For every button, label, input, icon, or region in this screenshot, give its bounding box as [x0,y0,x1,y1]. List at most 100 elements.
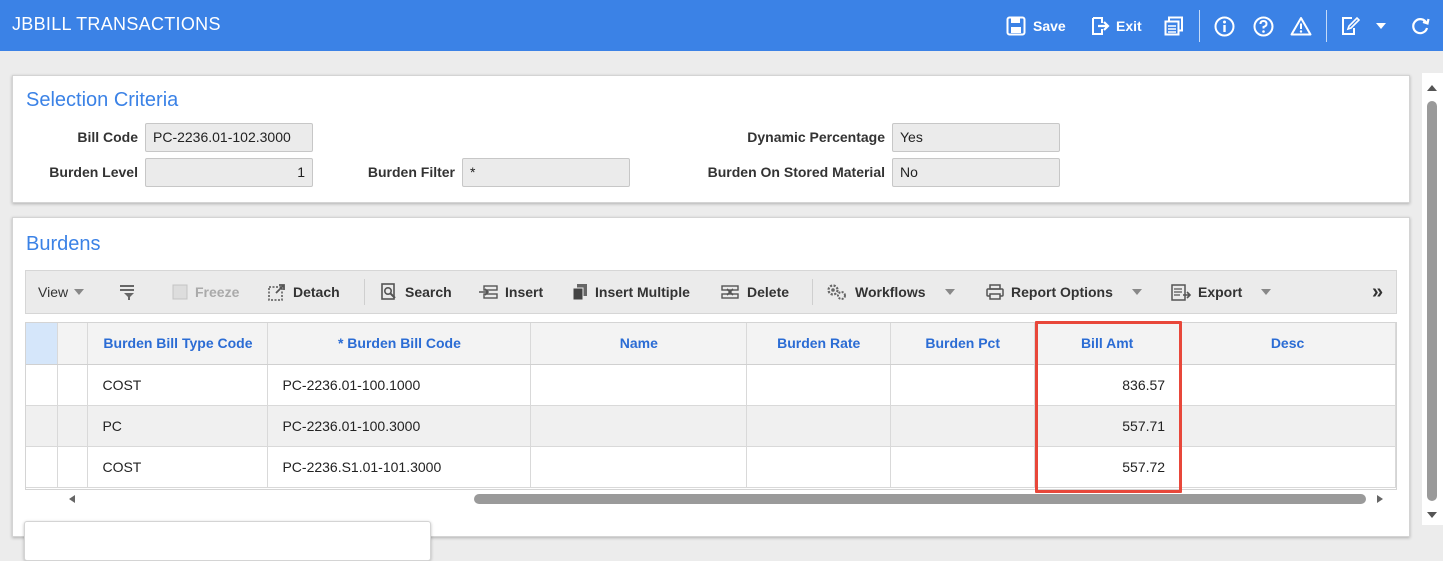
cell-bill-code[interactable]: PC-2236.S1.01-101.3000 [267,446,532,488]
table-row[interactable]: COST PC-2236.01-100.1000 836.57 [26,364,1396,406]
burden-level-label: Burden Level [49,164,138,180]
cell-pct[interactable] [890,364,1036,406]
cell-bill-amt[interactable]: 836.57 [1034,364,1181,406]
dynamic-percentage-label: Dynamic Percentage [747,129,885,145]
cell-desc[interactable] [1179,446,1396,488]
burden-filter-field[interactable]: * [462,158,630,187]
col-bill-amt[interactable]: Bill Amt [1034,323,1181,365]
more-tools-button[interactable]: » [1372,271,1383,313]
info-button[interactable] [1214,12,1235,40]
refresh-button[interactable] [1410,12,1430,40]
row-marker [57,405,89,447]
scroll-up-arrow-icon[interactable] [1426,83,1438,93]
selection-criteria-title: Selection Criteria [26,89,179,111]
exit-button[interactable]: Exit [1090,12,1142,40]
burdens-table: Burden Bill Type Code * Burden Bill Code… [26,323,1396,488]
cell-name[interactable] [530,364,748,406]
cell-name[interactable] [530,446,748,488]
view-label: View [38,284,69,300]
title-bar: JBBILL TRANSACTIONS Save Exit [0,0,1443,51]
grid-toolbar: View Freeze Detach Search Insert Insert … [25,270,1397,314]
cell-pct[interactable] [890,405,1036,447]
save-button[interactable]: Save [1006,12,1066,40]
freeze-label: Freeze [195,284,240,300]
refresh-icon [1412,18,1430,35]
warning-button[interactable] [1290,12,1312,40]
horizontal-scroll-thumb[interactable] [474,494,1366,504]
toolbar-divider [364,279,365,305]
insert-multiple-button[interactable]: Insert Multiple [572,271,690,313]
workflows-label: Workflows [855,284,926,300]
bill-code-label: Bill Code [77,129,138,145]
cell-type-code[interactable]: COST [87,364,269,406]
cell-name[interactable] [530,405,748,447]
info-icon [1214,16,1235,36]
selection-criteria-panel: Selection Criteria Bill Code PC-2236.01-… [12,75,1410,203]
cell-pct[interactable] [890,446,1036,488]
cell-bill-amt[interactable]: 557.72 [1034,446,1181,488]
help-icon [1253,16,1274,36]
printer-icon [986,284,1004,300]
col-burden-rate[interactable]: Burden Rate [746,323,892,365]
col-name[interactable]: Name [530,323,748,365]
cell-rate[interactable] [746,446,892,488]
table-row[interactable]: PC PC-2236.01-100.3000 557.71 [26,405,1396,447]
select-all-header[interactable] [26,323,59,365]
export-label: Export [1198,284,1243,300]
save-icon [1006,16,1026,36]
row-marker [57,364,89,406]
horizontal-scrollbar[interactable] [25,490,1397,508]
save-label: Save [1033,18,1066,34]
cell-bill-code[interactable]: PC-2236.01-100.3000 [267,405,532,447]
detach-icon [268,284,285,301]
cell-bill-code[interactable]: PC-2236.01-100.1000 [267,364,532,406]
detach-button[interactable]: Detach [268,271,340,313]
view-menu[interactable]: View [38,271,85,313]
delete-button[interactable]: Delete [720,271,789,313]
scroll-right-arrow-icon[interactable] [1375,494,1385,504]
col-burden-pct[interactable]: Burden Pct [890,323,1036,365]
insert-multiple-label: Insert Multiple [595,284,690,300]
scroll-left-arrow-icon[interactable] [67,494,77,504]
cell-rate[interactable] [746,405,892,447]
caret-down-icon [1261,289,1272,295]
copy-window-button[interactable] [1164,12,1184,40]
col-desc[interactable]: Desc [1179,323,1396,365]
cell-desc[interactable] [1179,364,1396,406]
insert-icon [479,285,498,299]
gears-icon [827,284,846,300]
row-selector[interactable] [26,405,59,447]
notes-button[interactable] [1340,12,1360,40]
filter-button[interactable] [118,271,145,313]
notes-dropdown-button[interactable] [1375,12,1387,40]
cell-type-code[interactable]: PC [87,405,269,447]
insert-button[interactable]: Insert [478,271,543,313]
help-button[interactable] [1253,12,1274,40]
search-label: Search [405,284,452,300]
export-menu[interactable]: Export [1171,271,1272,313]
workflows-menu[interactable]: Workflows [826,271,956,313]
burdens-grid: Burden Bill Type Code * Burden Bill Code… [25,322,1397,490]
table-row[interactable]: COST PC-2236.S1.01-101.3000 557.72 [26,446,1396,488]
burdens-panel: Burdens View Freeze Detach Search Insert… [12,217,1410,537]
freeze-button[interactable]: Freeze [172,271,239,313]
col-burden-bill-code[interactable]: * Burden Bill Code [267,323,532,365]
vertical-scrollbar[interactable] [1422,73,1443,525]
cell-rate[interactable] [746,364,892,406]
row-selector[interactable] [26,446,59,488]
delete-icon [721,285,739,299]
burden-level-field[interactable]: 1 [145,158,313,187]
edit-note-icon [1342,16,1360,35]
vertical-scroll-thumb[interactable] [1427,101,1437,501]
burden-stored-material-field[interactable]: No [892,158,1060,187]
col-burden-bill-type-code[interactable]: Burden Bill Type Code [87,323,269,365]
bill-code-field[interactable]: PC-2236.01-102.3000 [145,123,313,152]
cell-type-code[interactable]: COST [87,446,269,488]
search-button[interactable]: Search [380,271,452,313]
report-options-menu[interactable]: Report Options [986,271,1143,313]
row-selector[interactable] [26,364,59,406]
dynamic-percentage-field[interactable]: Yes [892,123,1060,152]
cell-bill-amt[interactable]: 557.71 [1034,405,1181,447]
scroll-down-arrow-icon[interactable] [1426,510,1438,520]
cell-desc[interactable] [1179,405,1396,447]
